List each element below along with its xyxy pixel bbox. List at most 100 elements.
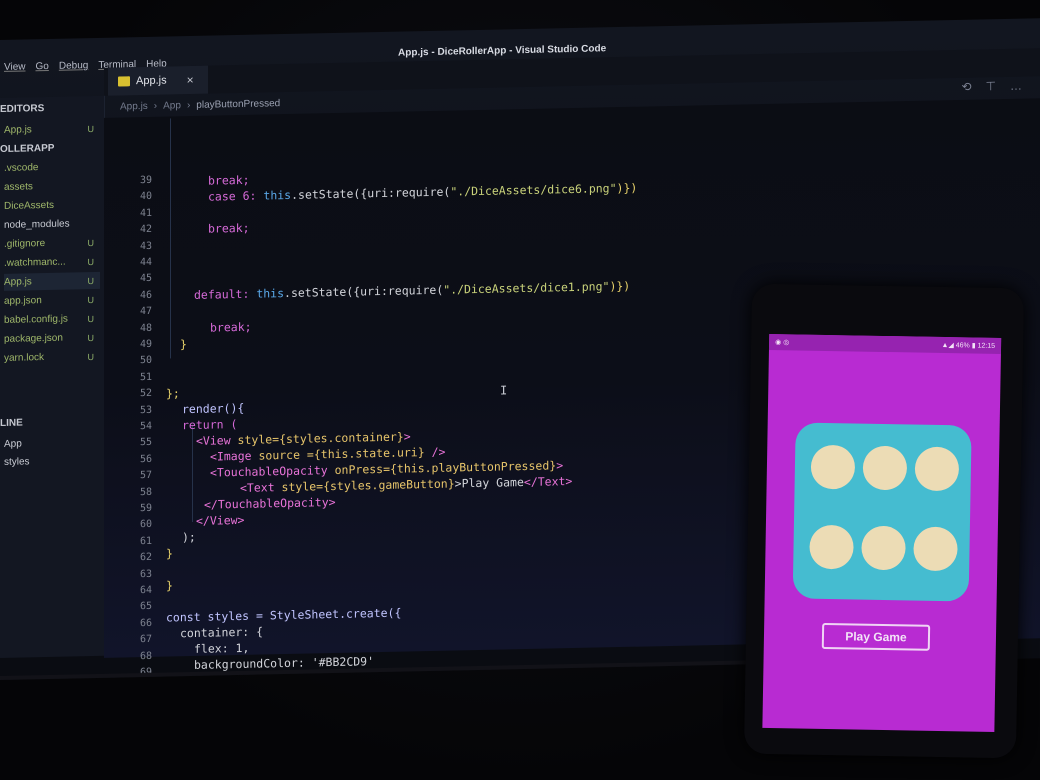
line-number: 67 [139, 634, 152, 646]
code-line-59: </TouchableOpacity> [204, 494, 336, 512]
chevron-right-icon: › [153, 100, 158, 112]
indent-guide [192, 425, 193, 522]
battery-level: 46% [955, 342, 970, 350]
git-status: U [87, 123, 95, 134]
line-number: 43 [139, 240, 152, 252]
settings-icon[interactable] [264, 679, 286, 681]
line-number: 59 [139, 502, 152, 515]
file-name: .vscode [4, 162, 39, 174]
window-icon[interactable] [474, 674, 496, 681]
line-number: 66 [139, 617, 152, 629]
code-line-62: } [166, 546, 173, 561]
git-status: U [87, 256, 95, 267]
breadcrumb: App.js › App › playButtonPressed [120, 98, 280, 112]
vscode-icon[interactable] [390, 676, 412, 681]
section-outline[interactable]: LINE [0, 418, 23, 429]
line-number: 49 [139, 338, 152, 351]
file-name: App.js [4, 124, 32, 136]
file-babel-config[interactable]: babel.config.js U [4, 310, 100, 329]
line-number: 63 [139, 568, 152, 580]
outline-styles[interactable]: styles [4, 452, 100, 471]
code-line-54: return ( [182, 417, 238, 433]
dice-pip [861, 525, 906, 571]
dice-pip [809, 524, 854, 570]
open-editor-app-js[interactable]: App.js U [4, 120, 100, 139]
calculator-icon[interactable] [348, 677, 370, 681]
text-editor-icon[interactable] [558, 672, 580, 681]
line-number: 47 [139, 306, 152, 318]
folder-node-modules[interactable]: node_modules [4, 215, 100, 234]
code-line-49: } [180, 337, 187, 352]
menu-view[interactable]: View [4, 61, 26, 72]
code-line-40: case 6: this.setState({uri:require("./Di… [208, 180, 638, 204]
line-number: 52 [139, 388, 152, 400]
breadcrumb-class[interactable]: App [163, 100, 181, 111]
dice-pip [862, 445, 908, 491]
line-number: 40 [139, 191, 152, 203]
code-line-39: break; [208, 172, 250, 188]
code-line-68: flex: 1, [194, 640, 250, 656]
line-number: 56 [139, 453, 152, 465]
compare-icon[interactable]: ⟲ [961, 80, 971, 94]
editor-actions: ⟲ ⊤ … [961, 79, 1022, 94]
breadcrumb-file[interactable]: App.js [120, 101, 148, 113]
file-name: package.json [4, 332, 63, 345]
file-gitignore[interactable]: .gitignore U [4, 234, 100, 253]
line-number: 65 [139, 601, 152, 613]
line-number: 50 [139, 355, 152, 367]
file-yarn-lock[interactable]: yarn.lock U [4, 348, 100, 367]
file-name: .gitignore [4, 238, 46, 250]
line-number: 62 [139, 552, 152, 564]
outline-app[interactable]: App [4, 434, 100, 453]
code-line-53: render(){ [182, 400, 245, 417]
folder-diceassets[interactable]: DiceAssets [4, 196, 100, 215]
file-name: babel.config.js [4, 313, 68, 326]
file-watchmanconfig[interactable]: .watchmanc... U [4, 253, 100, 272]
line-number: 51 [139, 371, 152, 383]
notification-icons: ◉ ◎ [775, 339, 790, 347]
more-icon[interactable]: … [1010, 79, 1022, 93]
section-project[interactable]: OLLERAPP [0, 143, 54, 155]
indent-guide [170, 118, 171, 359]
close-tab-icon[interactable]: × [187, 73, 194, 87]
menu-go[interactable]: Go [36, 61, 49, 72]
terminal-icon[interactable] [432, 675, 454, 681]
split-editor-icon[interactable]: ⊤ [986, 79, 996, 93]
dice-pip [913, 526, 958, 572]
git-status: U [87, 351, 95, 362]
chrome-icon[interactable] [516, 673, 538, 681]
line-number: 64 [139, 584, 152, 597]
signal-icon: ▲◢ [941, 341, 956, 350]
breadcrumb-method[interactable]: playButtonPressed [196, 98, 280, 111]
file-name: yarn.lock [4, 352, 45, 364]
outline-label: styles [4, 456, 30, 468]
outline-label: App [4, 438, 22, 450]
file-app-json[interactable]: app.json U [4, 291, 100, 310]
folder-assets[interactable]: assets [4, 177, 100, 196]
android-icon[interactable] [306, 678, 328, 681]
phone-device: ◉ ◎ ▲◢ 46% ▮ 12:15 Play Game [743, 283, 1025, 759]
text-cursor-icon: I [500, 383, 508, 398]
dice-pip [914, 446, 960, 492]
section-open-editors[interactable]: EDITORS [0, 103, 44, 115]
file-app-js[interactable]: App.js U [4, 271, 100, 291]
line-number: 41 [139, 207, 152, 219]
line-number: 58 [139, 486, 152, 498]
play-game-button[interactable]: Play Game [821, 622, 931, 651]
tab-app-js[interactable]: App.js × [108, 65, 208, 96]
menu-debug[interactable]: Debug [59, 60, 88, 72]
status-bar: ◉ ◎ ▲◢ 46% ▮ 12:15 [768, 333, 1002, 355]
line-number: 57 [139, 470, 152, 482]
code-line-42: break; [208, 220, 250, 236]
code-line-46: default: this.setState({uri:require("./D… [194, 278, 631, 302]
git-status: U [87, 275, 95, 286]
folder-vscode[interactable]: .vscode [4, 158, 100, 177]
line-number: 61 [139, 535, 152, 547]
code-line-52: }; [166, 386, 180, 401]
file-name: .watchmanc... [4, 256, 66, 269]
photo-scene: View Go Debug Terminal Help App.js - Dic… [0, 0, 1040, 780]
file-package-json[interactable]: package.json U [4, 329, 100, 348]
file-name: App.js [4, 276, 32, 288]
explorer-sidebar: EDITORS App.js U OLLERAPP .vscode assets … [0, 95, 105, 659]
file-name: assets [4, 181, 33, 193]
